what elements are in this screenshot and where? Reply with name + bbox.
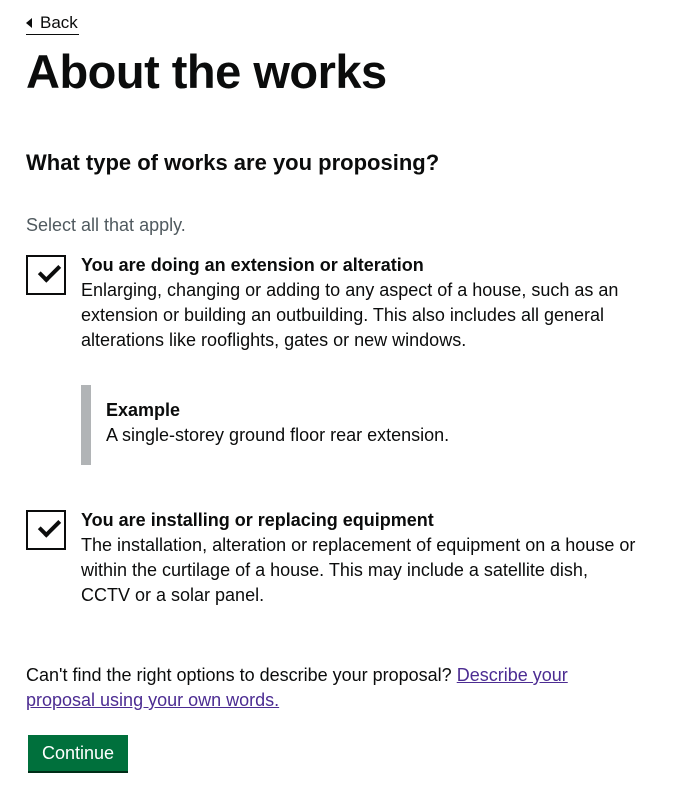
checkbox-extension-alteration[interactable] (26, 255, 66, 295)
checkbox-label-installing-equipment[interactable]: You are installing or replacing equipmen… (81, 508, 434, 533)
example-text: A single-storey ground floor rear extens… (106, 425, 450, 445)
checkmark-icon (37, 259, 62, 283)
question-legend: What type of works are you proposing? (26, 150, 440, 175)
alternative-option-prompt: Can't find the right options to describe… (26, 665, 452, 685)
page-title: About the works (26, 45, 387, 98)
checkbox-hint-installing-equipment: The installation, alteration or replacem… (81, 535, 636, 605)
checkbox-installing-equipment[interactable] (26, 510, 66, 550)
checkmark-icon (37, 514, 62, 538)
continue-button[interactable]: Continue (28, 735, 128, 771)
checkbox-hint-extension-alteration: Enlarging, changing or adding to any asp… (81, 280, 619, 350)
alternative-option-text: Can't find the right options to describe… (26, 663, 626, 713)
back-arrow-icon (26, 18, 32, 28)
back-link-label: Back (40, 13, 78, 32)
example-title: Example (106, 400, 181, 420)
question-hint: Select all that apply. (26, 215, 186, 235)
back-link[interactable]: Back (26, 12, 79, 35)
checkbox-label-extension-alteration[interactable]: You are doing an extension or alteration (81, 253, 424, 278)
inset-text-border (81, 385, 91, 465)
